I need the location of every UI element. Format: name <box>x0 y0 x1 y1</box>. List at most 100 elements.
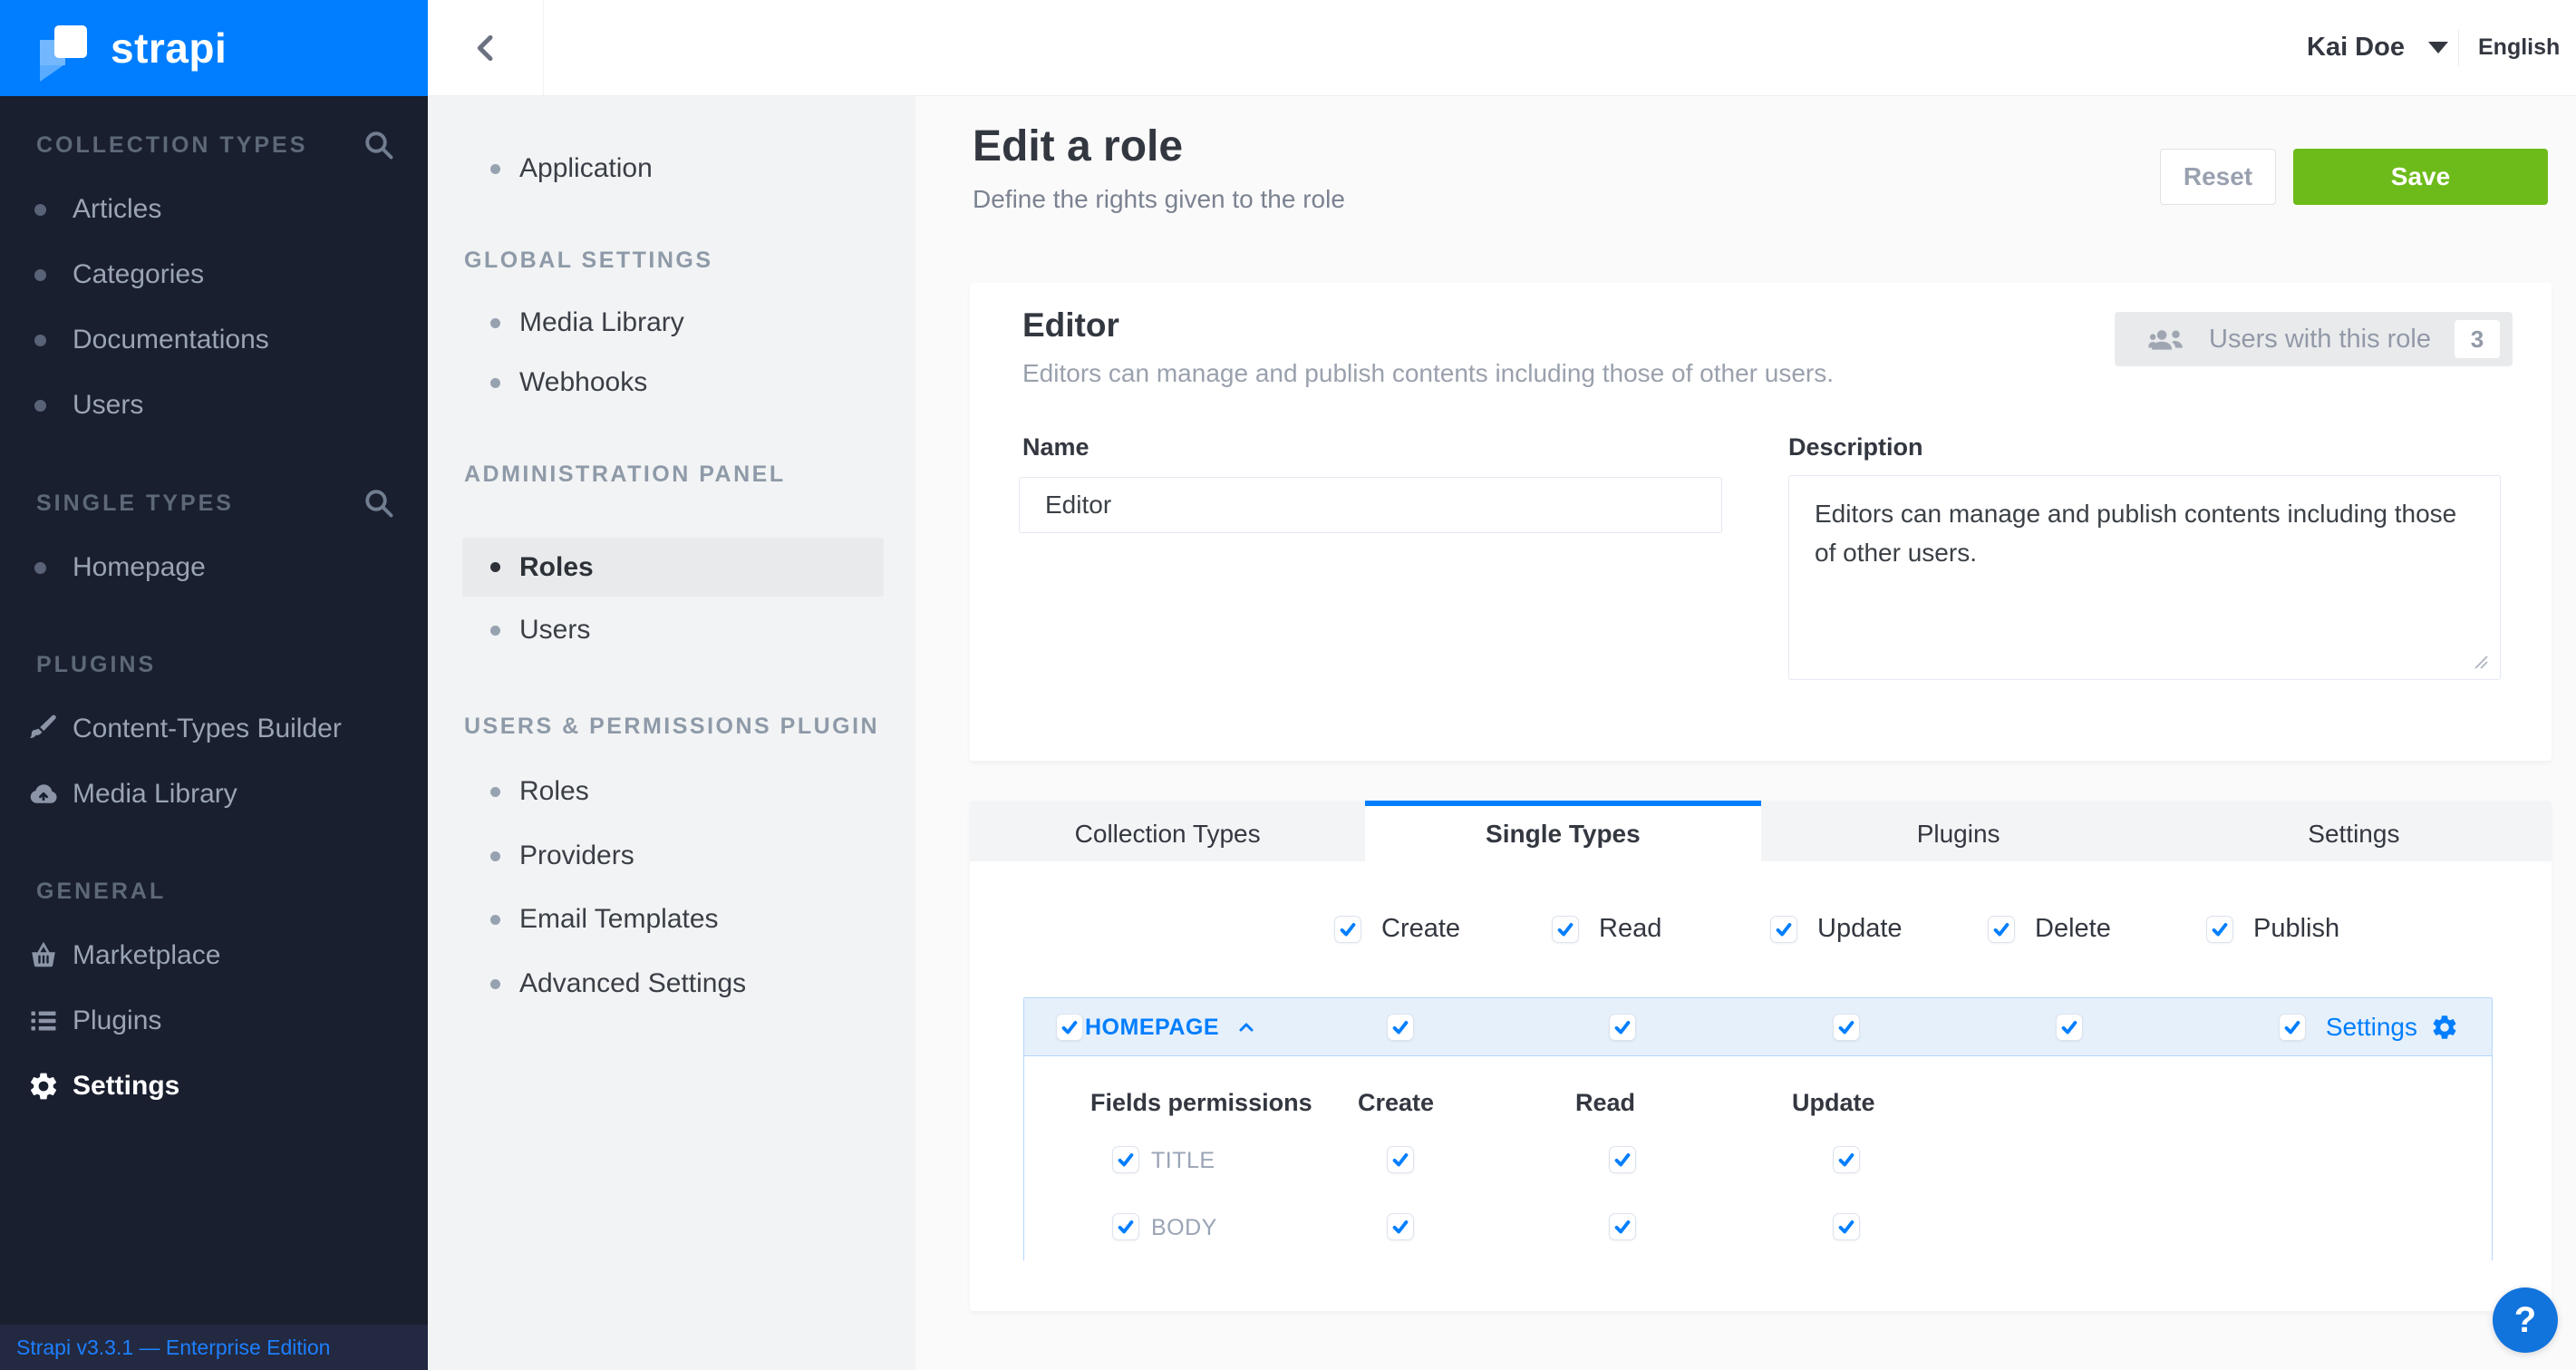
permissions-card: Collection Types Single Types Plugins Se… <box>970 801 2552 1311</box>
fields-permissions-title: Fields permissions <box>1090 1089 1312 1117</box>
users-with-role-button[interactable]: Users with this role 3 <box>2115 312 2513 366</box>
subnav-section-users-permissions-plugin: USERS & PERMISSIONS PLUGIN <box>464 710 879 743</box>
sidebar-item-users[interactable]: Users <box>0 384 428 427</box>
settings-subnav: Application GLOBAL SETTINGS Media Librar… <box>428 96 915 1370</box>
bullet-icon <box>34 269 46 281</box>
users-icon <box>2147 324 2187 355</box>
homepage-row: HOMEPAGE Settings <box>1024 998 2492 1056</box>
role-description-text: Editors can manage and publish contents … <box>1022 359 1834 388</box>
sidebar-item-settings[interactable]: Settings <box>0 1064 428 1108</box>
subnav-item-providers[interactable]: Providers <box>428 834 915 878</box>
bullet-icon <box>34 335 46 346</box>
sidebar-item-media-library[interactable]: Media Library <box>0 772 428 816</box>
homepage-update-checkbox[interactable] <box>1833 1014 1860 1041</box>
homepage-publish-checkbox[interactable] <box>2279 1014 2306 1041</box>
read-all-checkbox[interactable] <box>1552 916 1579 943</box>
role-description-textarea[interactable]: Editors can manage and publish contents … <box>1788 475 2501 680</box>
user-name: Kai Doe <box>2307 33 2405 63</box>
users-count-badge: 3 <box>2455 320 2500 358</box>
sidebar-item-articles[interactable]: Articles <box>0 188 428 231</box>
language-selector[interactable]: English <box>2478 0 2560 95</box>
subnav-item-email-templates[interactable]: Email Templates <box>428 898 915 941</box>
main-sidebar: strapi COLLECTION TYPES Articles Categor… <box>0 0 428 1370</box>
body-read-checkbox[interactable] <box>1609 1213 1636 1240</box>
subnav-item-users-admin[interactable]: Users <box>428 608 915 652</box>
sidebar-item-plugins[interactable]: Plugins <box>0 999 428 1043</box>
update-all-checkbox[interactable] <box>1770 916 1797 943</box>
sidebar-item-documentations[interactable]: Documentations <box>0 318 428 362</box>
bullet-icon <box>490 851 500 861</box>
list-icon <box>27 1005 69 1037</box>
bullet-icon <box>34 400 46 412</box>
sidebar-section-collection-types: COLLECTION TYPES <box>0 127 428 163</box>
subnav-item-application[interactable]: Application <box>428 147 915 190</box>
version-link[interactable]: Strapi v3.3.1 — Enterprise Edition <box>16 1336 330 1360</box>
fields-col-read: Read <box>1575 1089 1635 1117</box>
bullet-icon <box>490 318 500 328</box>
section-title: SINGLE TYPES <box>36 491 234 517</box>
help-button[interactable]: ? <box>2493 1287 2558 1353</box>
homepage-checkbox[interactable] <box>1056 1014 1083 1041</box>
tab-single-types[interactable]: Single Types <box>1365 801 1760 861</box>
subnav-item-roles-admin[interactable]: Roles <box>462 538 884 597</box>
save-button[interactable]: Save <box>2293 149 2548 205</box>
homepage-read-checkbox[interactable] <box>1609 1014 1636 1041</box>
name-label: Name <box>1022 433 1089 462</box>
role-name-input[interactable] <box>1019 477 1722 533</box>
fields-permissions-box: Fields permissions Create Read Update TI… <box>1024 1056 2492 1261</box>
tab-collection-types[interactable]: Collection Types <box>970 801 1365 861</box>
chevron-up-icon <box>1235 1016 1257 1038</box>
publish-all-checkbox[interactable] <box>2206 916 2233 943</box>
homepage-create-checkbox[interactable] <box>1387 1014 1414 1041</box>
homepage-settings-link[interactable]: Settings <box>2326 998 2459 1056</box>
main-content: Edit a role Define the rights given to t… <box>915 96 2576 1370</box>
body-field-checkbox[interactable] <box>1112 1213 1139 1240</box>
bullet-icon <box>490 979 500 989</box>
subnav-item-media-library[interactable]: Media Library <box>428 301 915 345</box>
topbar-divider <box>2458 30 2459 66</box>
subnav-item-webhooks[interactable]: Webhooks <box>428 361 915 404</box>
basket-icon <box>27 939 69 972</box>
section-title: GENERAL <box>36 879 166 905</box>
sidebar-item-categories[interactable]: Categories <box>0 253 428 296</box>
search-icon[interactable] <box>363 487 395 520</box>
delete-all-checkbox[interactable] <box>1988 916 2015 943</box>
fields-col-create: Create <box>1358 1089 1434 1117</box>
title-field-checkbox[interactable] <box>1112 1146 1139 1173</box>
search-icon[interactable] <box>363 129 395 161</box>
role-info-card: Editor Editors can manage and publish co… <box>970 283 2552 761</box>
caret-down-icon <box>2428 42 2448 53</box>
subnav-item-advanced-settings[interactable]: Advanced Settings <box>428 962 915 1006</box>
title-read-checkbox[interactable] <box>1609 1146 1636 1173</box>
sidebar-item-content-types-builder[interactable]: Content-Types Builder <box>0 707 428 751</box>
bullet-icon <box>490 915 500 925</box>
subnav-item-roles-up[interactable]: Roles <box>428 770 915 813</box>
chevron-left-icon <box>468 30 504 66</box>
gear-icon <box>27 1070 69 1103</box>
sidebar-section-general: GENERAL <box>0 873 428 909</box>
page-title: Edit a role <box>973 121 1183 171</box>
homepage-toggle[interactable]: HOMEPAGE <box>1085 998 1257 1056</box>
action-read: Read <box>1552 914 1661 944</box>
strapi-logo[interactable]: strapi <box>0 0 428 96</box>
page-subtitle: Define the rights given to the role <box>973 185 1345 214</box>
title-create-checkbox[interactable] <box>1387 1146 1414 1173</box>
title-update-checkbox[interactable] <box>1833 1146 1860 1173</box>
tab-settings[interactable]: Settings <box>2156 801 2552 861</box>
back-button[interactable] <box>428 0 544 95</box>
create-all-checkbox[interactable] <box>1334 916 1361 943</box>
body-update-checkbox[interactable] <box>1833 1213 1860 1240</box>
action-update: Update <box>1770 914 1903 944</box>
role-name-heading: Editor <box>1022 306 1119 345</box>
sidebar-section-single-types: SINGLE TYPES <box>0 485 428 521</box>
strapi-logo-icon <box>38 22 91 74</box>
reset-button[interactable]: Reset <box>2160 149 2276 205</box>
topbar: Kai Doe English <box>428 0 2576 96</box>
sidebar-item-homepage[interactable]: Homepage <box>0 546 428 589</box>
homepage-delete-checkbox[interactable] <box>2056 1014 2083 1041</box>
sidebar-item-marketplace[interactable]: Marketplace <box>0 934 428 977</box>
user-menu[interactable]: Kai Doe <box>2307 0 2448 95</box>
tab-plugins[interactable]: Plugins <box>1761 801 2156 861</box>
body-create-checkbox[interactable] <box>1387 1213 1414 1240</box>
action-delete: Delete <box>1988 914 2111 944</box>
